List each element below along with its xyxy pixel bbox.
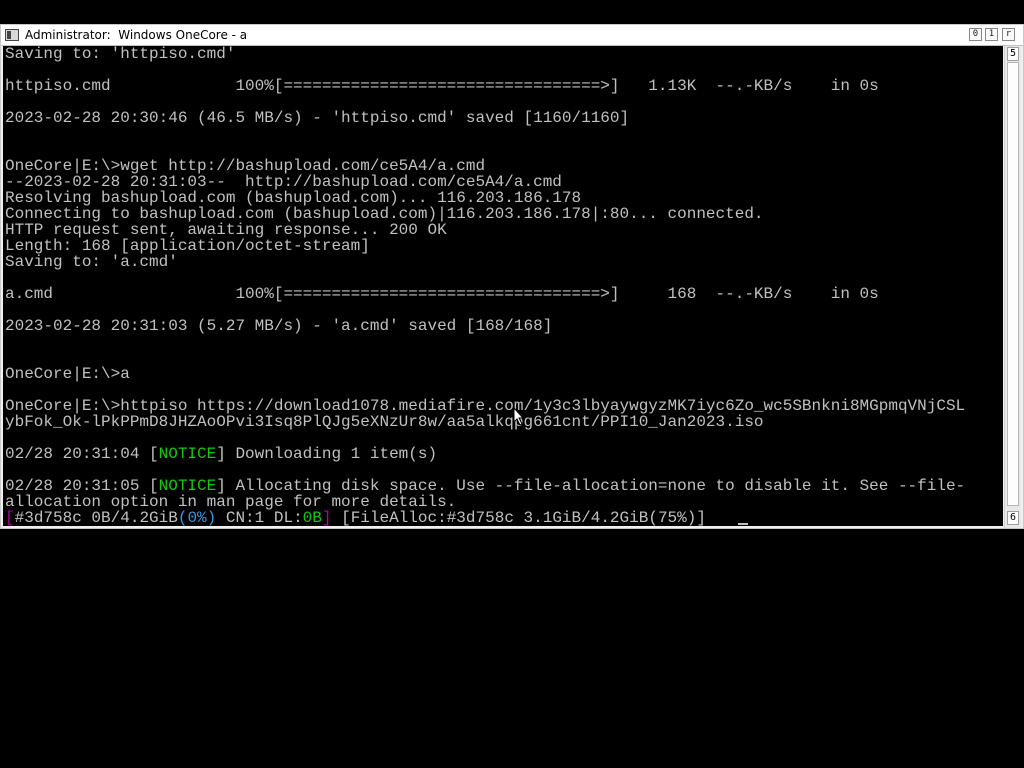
console-line: 2023-02-28 20:31:03 (5.27 MB/s) - 'a.cmd… (5, 317, 553, 335)
notice-tag: NOTICE (158, 445, 217, 463)
close-button[interactable]: r (1002, 28, 1015, 41)
console-output[interactable]: Saving to: 'httpiso.cmd' httpiso.cmd 100… (3, 46, 1003, 526)
console-line: Saving to: 'a.cmd' (5, 253, 178, 271)
status-open-bracket: [ (5, 509, 15, 526)
console-line: Connecting to bashupload.com (bashupload… (5, 205, 764, 223)
notice-prefix: 02/28 20:31:04 [ (5, 445, 159, 463)
status-connections: CN:1 DL: (216, 509, 303, 526)
console-line: --2023-02-28 20:31:03-- http://bashuploa… (5, 173, 562, 191)
console-line: a.cmd 100%[=============================… (5, 285, 879, 303)
console-app-icon[interactable] (5, 29, 19, 41)
console-line: ybFok_Ok-lPkPPmD8JHZAoOPvi3Isq8PlQJg5eXN… (5, 413, 764, 431)
window-title: Administrator: Windows OneCore - a (25, 28, 248, 42)
vertical-scrollbar[interactable]: 5 6 (1004, 46, 1021, 528)
status-id: #3d758c (14, 509, 82, 526)
notice-line: 02/28 20:31:04 [NOTICE] Downloading 1 it… (5, 446, 437, 462)
status-size: 0B/4.2GiB (81, 509, 178, 526)
notice-text: ] Downloading 1 item(s) (216, 445, 438, 463)
console-window: Administrator: Windows OneCore - a 0 1 r… (0, 24, 1024, 529)
minimize-button[interactable]: 0 (969, 28, 982, 41)
download-status-line: [#3d758c 0B/4.2GiB(0%) CN:1 DL:0B] [File… (5, 510, 706, 526)
console-line: Length: 168 [application/octet-stream] (5, 237, 370, 255)
scroll-up-button[interactable]: 5 (1007, 47, 1019, 61)
console-line: 2023-02-28 20:30:46 (46.5 MB/s) - 'httpi… (5, 109, 630, 127)
scroll-down-button[interactable]: 6 (1007, 511, 1019, 525)
status-download-speed: 0B (302, 509, 322, 526)
console-line: OneCore|E:\>a (5, 365, 130, 383)
notice-line: 02/28 20:31:05 [NOTICE] Allocating disk … (5, 478, 965, 494)
console-line: OneCore|E:\>wget http://bashupload.com/c… (5, 157, 486, 175)
text-cursor (738, 523, 748, 525)
maximize-button[interactable]: 1 (985, 28, 998, 41)
status-percent: (0%) (177, 509, 217, 526)
console-line: allocation option in man page for more d… (5, 493, 457, 511)
title-bar[interactable]: Administrator: Windows OneCore - a 0 1 r (1, 25, 1023, 46)
console-line: httpiso.cmd 100%[=======================… (5, 77, 879, 95)
status-file-allocation: [FileAlloc:#3d758c 3.1GiB/4.2GiB(75%)] (331, 509, 706, 526)
mouse-pointer-icon (513, 407, 525, 426)
console-line: Resolving bashupload.com (bashupload.com… (5, 189, 582, 207)
console-line: HTTP request sent, awaiting response... … (5, 221, 447, 239)
scrollbar-thumb[interactable] (1007, 62, 1019, 506)
console-line: Saving to: 'httpiso.cmd' (5, 46, 236, 63)
console-line: OneCore|E:\>httpiso https://download1078… (5, 397, 966, 415)
